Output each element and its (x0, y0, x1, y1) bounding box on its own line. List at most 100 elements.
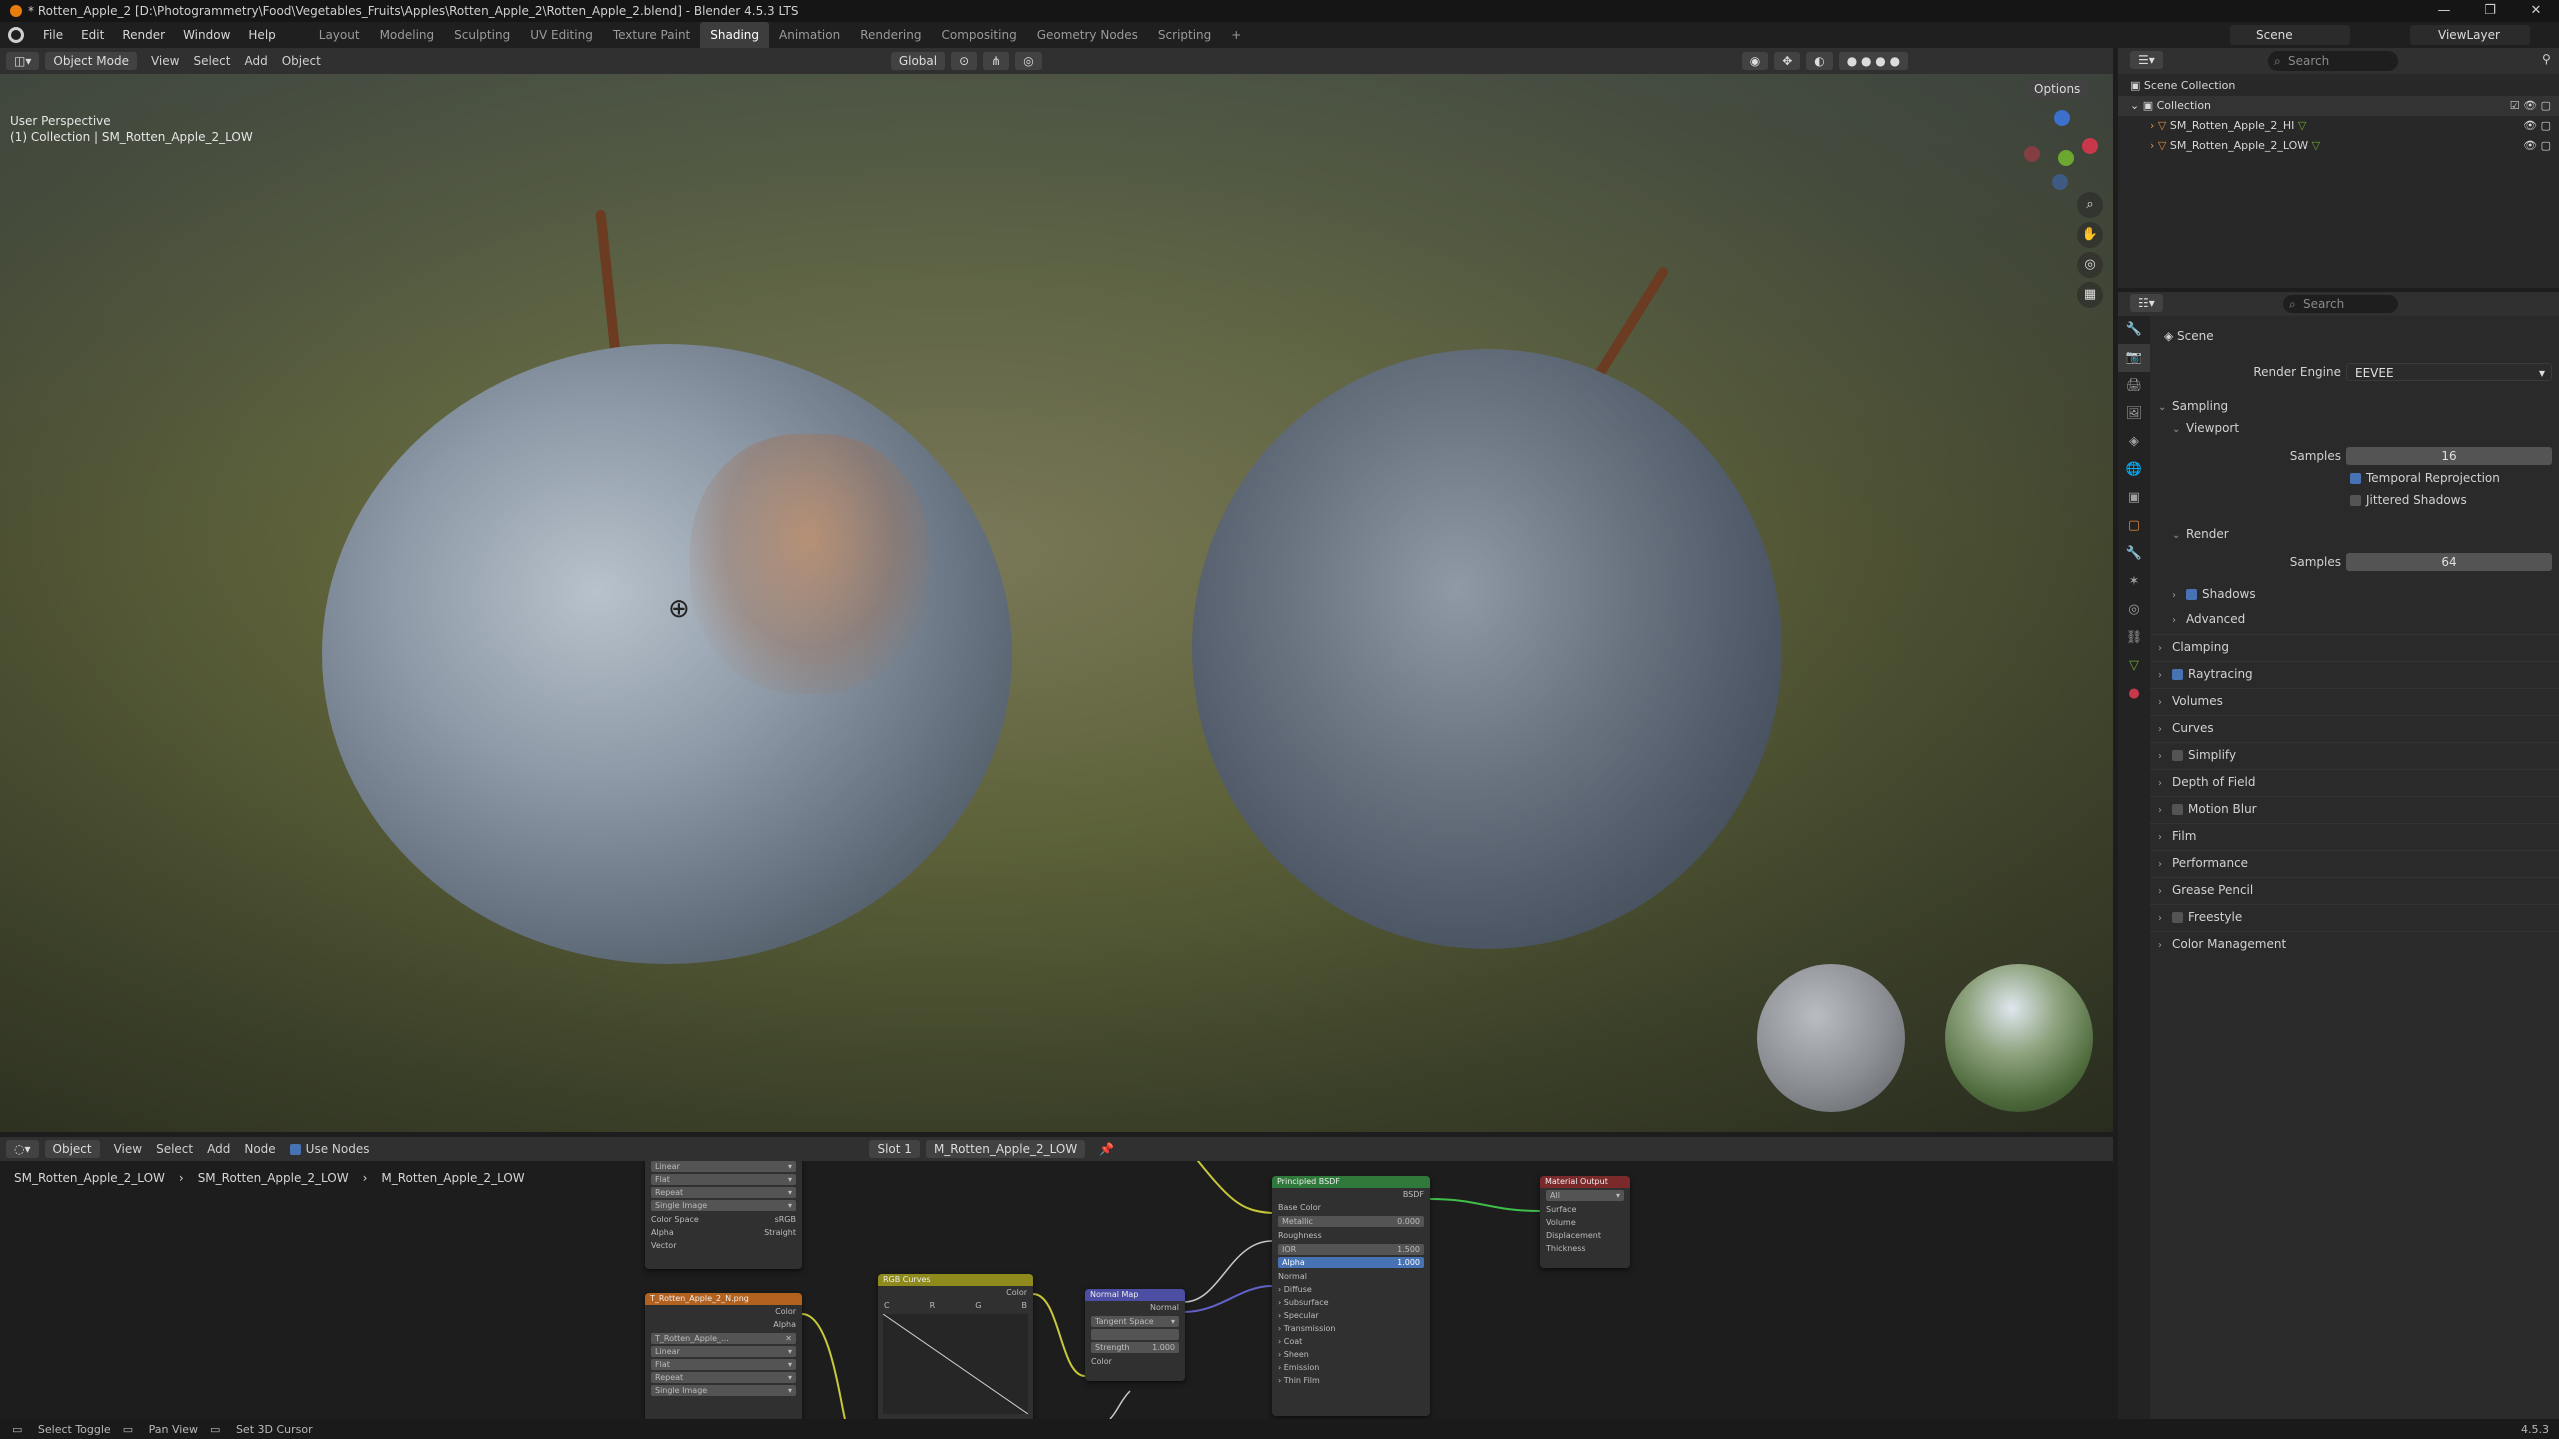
node-menu-view[interactable]: View (114, 1142, 142, 1156)
node-title[interactable]: Material Output (1540, 1176, 1630, 1188)
color-output-socket[interactable]: Color (645, 1305, 802, 1318)
constraints-tab-icon[interactable]: ⛓ (2118, 624, 2150, 652)
render-subpanel-header[interactable]: ⌄ Render (2150, 522, 2559, 546)
pivot-icon[interactable]: ⊙ (951, 52, 978, 70)
menu-edit[interactable]: Edit (72, 22, 113, 48)
bsdf-output-socket[interactable]: BSDF (1272, 1188, 1430, 1201)
outliner-search-input[interactable]: ⌕ Search (2268, 51, 2398, 71)
maximize-button[interactable]: ❐ (2467, 0, 2513, 22)
visibility-toggles[interactable]: 👁 ▢ (2523, 116, 2551, 136)
sampling-panel-header[interactable]: ⌄ Sampling (2150, 394, 2559, 418)
visibility-toggles[interactable]: ☑ 👁 ▢ (2510, 96, 2551, 116)
panel-performance[interactable]: › Performance (2150, 850, 2559, 874)
gizmo-z-axis[interactable] (2054, 110, 2070, 126)
panel-motion-blur[interactable]: › Motion Blur (2150, 796, 2559, 820)
gizmo-y-axis[interactable] (2058, 150, 2074, 166)
properties-search-input[interactable]: ⌕ Search (2283, 295, 2398, 313)
node-editor-type-button[interactable]: ◌▾ (6, 1140, 39, 1158)
extension-dropdown[interactable]: Repeat ▾ (651, 1187, 796, 1198)
render-tab-icon[interactable]: 📷 (2118, 344, 2150, 372)
strength-field[interactable]: Strength 1.000 (1091, 1342, 1179, 1353)
proportional-edit-icon[interactable]: ◎ (1015, 52, 1042, 70)
interpolation-dropdown[interactable]: Linear ▾ (651, 1161, 796, 1172)
roughness-socket[interactable]: Roughness (1272, 1229, 1430, 1242)
panel-volumes[interactable]: › Volumes (2150, 688, 2559, 712)
uv-map-field[interactable] (1091, 1329, 1179, 1340)
volume-socket[interactable]: Volume (1540, 1216, 1630, 1229)
image-texture-node-normal[interactable]: T_Rotten_Apple_2_N.png Color Alpha T_Rot… (645, 1293, 802, 1419)
collection-row[interactable]: ⌄ ▣ Collection ☑ 👁 ▢ (2118, 96, 2559, 116)
output-tab-icon[interactable]: 🖨 (2118, 372, 2150, 400)
panel-specular[interactable]: › Specular (1272, 1309, 1430, 1322)
gizmo-toggle-icon[interactable]: ✥ (1774, 52, 1801, 70)
tab-modeling[interactable]: Modeling (370, 22, 445, 48)
panel-depth-of-field[interactable]: › Depth of Field (2150, 769, 2559, 793)
pin-icon[interactable]: 📌 (1099, 1142, 1114, 1156)
particles-tab-icon[interactable]: ✶ (2118, 568, 2150, 596)
shader-type-dropdown[interactable]: Object (44, 1140, 100, 1158)
source-dropdown[interactable]: Single Image ▾ (651, 1200, 796, 1211)
gizmo-neg-x-axis[interactable] (2024, 146, 2040, 162)
viewport-menu-select[interactable]: Select (193, 54, 230, 68)
menu-help[interactable]: Help (239, 22, 284, 48)
node-menu-add[interactable]: Add (207, 1142, 230, 1156)
jittered-shadows-checkbox[interactable]: Jittered Shadows (2150, 488, 2559, 512)
extension-dropdown[interactable]: Repeat ▾ (651, 1372, 796, 1383)
panel-grease-pencil[interactable]: › Grease Pencil (2150, 877, 2559, 901)
tool-tab-icon[interactable]: 🔧 (2118, 316, 2150, 344)
color-input-socket[interactable]: Color (1085, 1355, 1185, 1368)
scene-selector[interactable]: Scene (2230, 25, 2350, 45)
material-selector[interactable]: M_Rotten_Apple_2_LOW (925, 1140, 1086, 1158)
options-dropdown[interactable]: Options (2026, 80, 2089, 98)
minimize-button[interactable]: — (2421, 0, 2467, 22)
object-tab-icon[interactable]: ▢ (2118, 512, 2150, 540)
pan-hand-icon[interactable]: ✋ (2077, 222, 2103, 248)
viewport-subpanel-header[interactable]: ⌄ Viewport (2150, 416, 2559, 440)
menu-window[interactable]: Window (174, 22, 239, 48)
outliner-editor-type-button[interactable]: ☰▾ (2130, 51, 2163, 69)
slot-dropdown[interactable]: Slot 1 (869, 1140, 920, 1158)
viewport-samples-field[interactable]: 16 (2346, 447, 2552, 465)
node-title[interactable]: Principled BSDF (1272, 1176, 1430, 1188)
viewport-menu-add[interactable]: Add (244, 54, 267, 68)
base-color-socket[interactable]: Base Color (1272, 1201, 1430, 1214)
panel-sheen[interactable]: › Sheen (1272, 1348, 1430, 1361)
projection-dropdown[interactable]: Flat ▾ (651, 1359, 796, 1370)
panel-diffuse[interactable]: › Diffuse (1272, 1283, 1430, 1296)
alpha-output-socket[interactable]: Alpha (645, 1318, 802, 1331)
outliner[interactable]: ▣ Scene Collection ⌄ ▣ Collection ☑ 👁 ▢ … (2118, 74, 2559, 288)
tab-uv-editing[interactable]: UV Editing (520, 22, 603, 48)
3d-viewport[interactable]: User Perspective (1) Collection | SM_Rot… (0, 74, 2113, 1132)
close-button[interactable]: ✕ (2513, 0, 2559, 22)
material-output-node[interactable]: Material Output All ▾ Surface Volume Disp… (1540, 1176, 1630, 1268)
modifier-tab-icon[interactable]: 🔧 (2118, 540, 2150, 568)
tab-animation[interactable]: Animation (769, 22, 850, 48)
tab-texture-paint[interactable]: Texture Paint (603, 22, 700, 48)
visibility-toggles[interactable]: 👁 ▢ (2523, 136, 2551, 156)
menu-render[interactable]: Render (113, 22, 174, 48)
panel-coat[interactable]: › Coat (1272, 1335, 1430, 1348)
scene-tab-icon[interactable]: ◈ (2118, 428, 2150, 456)
panel-freestyle[interactable]: › Freestyle (2150, 904, 2559, 928)
node-title[interactable]: T_Rotten_Apple_2_N.png (645, 1293, 802, 1305)
principled-bsdf-node[interactable]: Principled BSDF BSDF Base Color Metallic… (1272, 1176, 1430, 1416)
tab-geometry-nodes[interactable]: Geometry Nodes (1027, 22, 1148, 48)
snap-icon[interactable]: ⋔ (983, 52, 1010, 70)
alpha-field[interactable]: Alpha 1.000 (1278, 1257, 1424, 1268)
tab-sculpting[interactable]: Sculpting (444, 22, 520, 48)
node-menu-node[interactable]: Node (244, 1142, 275, 1156)
ior-field[interactable]: IOR 1.500 (1278, 1244, 1424, 1255)
collection-tab-icon[interactable]: ▣ (2118, 484, 2150, 512)
tab-shading[interactable]: Shading (700, 22, 769, 48)
color-output-socket[interactable]: Color (878, 1286, 1033, 1299)
space-dropdown[interactable]: Tangent Space ▾ (1091, 1316, 1179, 1327)
interpolation-dropdown[interactable]: Linear ▾ (651, 1346, 796, 1357)
right-rotten-apple[interactable] (1192, 349, 1782, 949)
panel-subsurface[interactable]: › Subsurface (1272, 1296, 1430, 1309)
node-title[interactable]: Normal Map (1085, 1289, 1185, 1301)
object-row-hi[interactable]: › ▽ SM_Rotten_Apple_2_HI ▽ 👁 ▢ (2118, 116, 2559, 136)
temporal-reprojection-checkbox[interactable]: Temporal Reprojection (2150, 466, 2559, 490)
node-menu-select[interactable]: Select (156, 1142, 193, 1156)
zoom-icon[interactable]: ⌕ (2077, 192, 2103, 218)
material-tab-icon[interactable]: ● (2118, 680, 2150, 708)
